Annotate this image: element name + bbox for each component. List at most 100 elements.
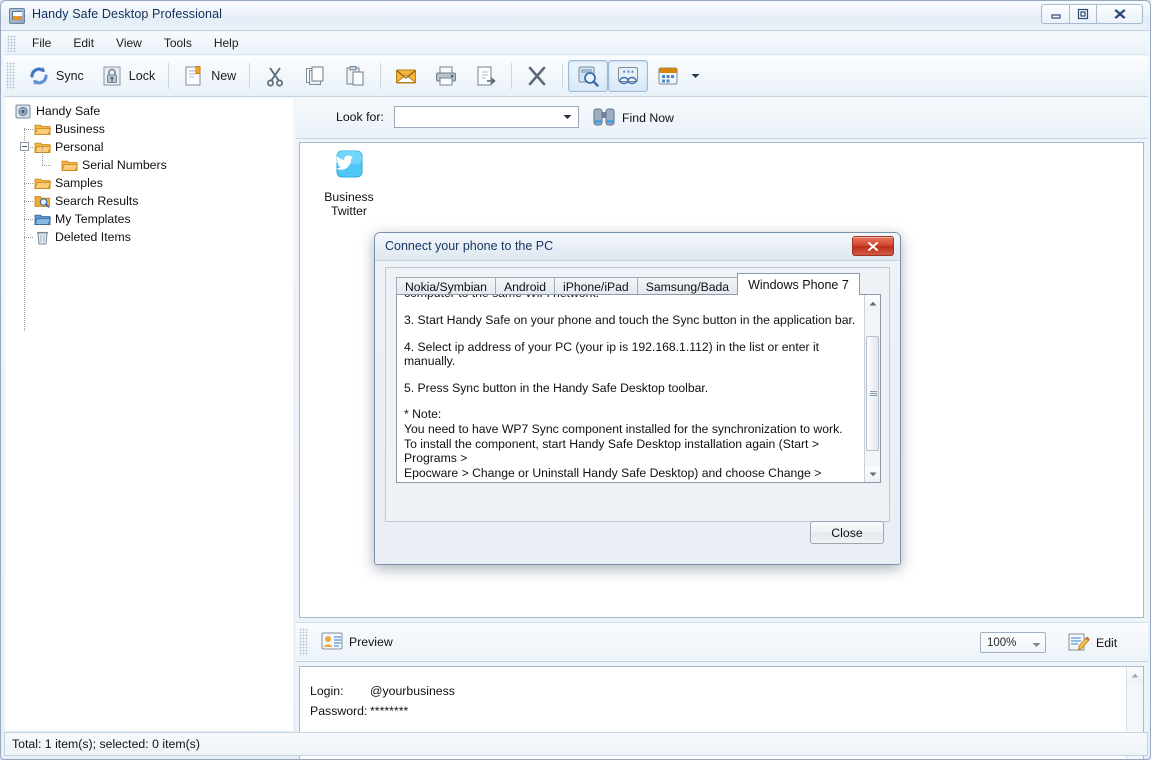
find-now-label: Find Now	[622, 111, 674, 125]
tab-windows-phone-7[interactable]: Windows Phone 7	[737, 273, 860, 295]
instructions-scrollbar[interactable]	[864, 295, 880, 482]
new-icon	[182, 64, 206, 88]
scroll-up-icon[interactable]	[865, 295, 880, 311]
print-button[interactable]	[426, 60, 466, 92]
preview-button[interactable]: Preview	[313, 627, 401, 657]
sync-button-label: Sync	[56, 69, 84, 83]
list-item[interactable]: Business Twitter	[308, 149, 390, 218]
tree-connector	[42, 147, 43, 165]
tab-nokia-symbian[interactable]: Nokia/Symbian	[396, 277, 496, 295]
note-title: * Note:	[404, 407, 442, 422]
mail-button[interactable]	[386, 60, 426, 92]
new-button[interactable]: New	[174, 60, 244, 92]
export-button[interactable]	[466, 60, 506, 92]
edit-button[interactable]: Edit	[1060, 628, 1125, 658]
tree-item-personal[interactable]: Personal	[5, 138, 293, 156]
scroll-up-icon[interactable]	[1127, 667, 1143, 683]
tab-android[interactable]: Android	[494, 277, 555, 295]
search-input[interactable]	[394, 106, 579, 128]
menu-help[interactable]: Help	[203, 33, 250, 53]
chevron-down-icon[interactable]	[558, 108, 576, 126]
tree-connector	[24, 201, 33, 202]
tab-iphone-ipad[interactable]: iPhone/iPad	[553, 277, 638, 295]
dialog-close-action-button[interactable]: Close	[810, 521, 884, 544]
preview-toolbar: Preview 100% Edit	[296, 622, 1148, 662]
preview-toolbar-grip[interactable]	[299, 628, 308, 656]
scrollbar-thumb[interactable]	[866, 336, 879, 451]
toolbar-separator	[562, 63, 564, 89]
edit-button-label: Edit	[1096, 636, 1118, 650]
twitter-icon	[332, 149, 366, 186]
chevron-down-icon[interactable]	[1032, 637, 1041, 651]
delete-button[interactable]	[517, 60, 557, 92]
tree-item-samples[interactable]: Samples	[5, 174, 293, 192]
tree-item-serial-numbers[interactable]: Serial Numbers	[5, 147, 293, 174]
menubar-grip[interactable]	[7, 34, 16, 52]
detail-key: Password:	[310, 704, 368, 718]
maximize-button[interactable]	[1069, 4, 1097, 24]
note-line-1: You need to have WP7 Sync component inst…	[404, 421, 843, 436]
search-folder-icon	[34, 194, 51, 209]
tree-item-business[interactable]: Business	[5, 120, 293, 138]
tab-samsung-bada[interactable]: Samsung/Bada	[636, 277, 739, 295]
find-now-button[interactable]: Find Now	[592, 104, 674, 132]
tree-connector	[24, 237, 33, 238]
export-icon	[474, 64, 498, 88]
find-button[interactable]	[568, 60, 609, 92]
binoculars-icon	[592, 106, 616, 131]
toolbar-separator	[511, 63, 513, 89]
new-button-label: New	[211, 69, 237, 83]
svg-text:***: ***	[622, 69, 635, 77]
menu-file[interactable]: File	[21, 33, 62, 53]
tree-item-deleted-items[interactable]: Deleted Items	[5, 228, 293, 246]
list-item-label: Business Twitter	[324, 190, 374, 218]
minimize-button[interactable]	[1041, 4, 1069, 24]
mail-icon	[394, 64, 418, 88]
close-button[interactable]	[1097, 4, 1143, 24]
menu-tools[interactable]: Tools	[153, 33, 203, 53]
statusbar: Total: 1 item(s); selected: 0 item(s)	[4, 732, 1148, 756]
menu-view[interactable]: View	[105, 33, 153, 53]
copy-icon	[303, 64, 327, 88]
tree-item-search-results[interactable]: Search Results	[5, 192, 293, 210]
search-bar: Look for: Find Now	[296, 98, 1148, 139]
detail-row-password: Password: ********	[310, 701, 455, 721]
templates-folder-icon	[34, 212, 51, 227]
delete-icon	[525, 64, 549, 88]
paste-button[interactable]	[335, 60, 375, 92]
detail-key: Login:	[310, 684, 344, 698]
zoom-level-combo[interactable]: 100%	[980, 632, 1046, 653]
toolbar-separator	[249, 63, 251, 89]
cut-button[interactable]	[255, 60, 295, 92]
dialog-close-button[interactable]	[852, 236, 894, 256]
password-generator-button[interactable]: ***	[608, 60, 649, 92]
safe-icon	[15, 104, 32, 119]
note-line-2: To install the component, start Handy Sa…	[404, 436, 819, 466]
tree-item-my-templates[interactable]: My Templates	[5, 210, 293, 228]
tree-item-label: Business	[55, 122, 105, 136]
tree-item-label: Samples	[55, 176, 103, 190]
instruction-step-5: 5. Press Sync button in the Handy Safe D…	[404, 380, 709, 395]
dialog-body: Nokia/Symbian Android iPhone/iPad Samsun…	[385, 267, 890, 522]
dialog-titlebar: Connect your phone to the PC	[375, 233, 900, 261]
app-icon	[9, 8, 25, 24]
application-window: Handy Safe Desktop Professional File Edi…	[0, 0, 1151, 760]
detail-row-login: Login: @yourbusiness	[310, 681, 455, 701]
menu-edit[interactable]: Edit	[62, 33, 105, 53]
folder-tree[interactable]: Handy Safe Business Personal Serial Numb…	[5, 98, 293, 731]
tree-collapse-toggle[interactable]	[20, 142, 29, 151]
calendar-icon	[656, 64, 680, 88]
calendar-button[interactable]	[648, 60, 688, 92]
trash-icon	[34, 230, 51, 245]
toolbar-grip[interactable]	[6, 62, 15, 90]
detail-value: ********	[370, 704, 409, 718]
copy-button[interactable]	[295, 60, 335, 92]
tree-item-handy-safe[interactable]: Handy Safe	[5, 102, 293, 120]
lock-button[interactable]: Lock	[92, 60, 163, 92]
toolbar-overflow-button[interactable]	[688, 61, 702, 91]
tab-panel-windows-phone-7[interactable]: computer to the same WiFi network. 3. St…	[396, 294, 881, 483]
tree-item-label: Handy Safe	[36, 104, 101, 118]
toolbar-separator	[168, 63, 170, 89]
scroll-down-icon[interactable]	[865, 466, 880, 482]
sync-button[interactable]: Sync	[19, 60, 92, 92]
